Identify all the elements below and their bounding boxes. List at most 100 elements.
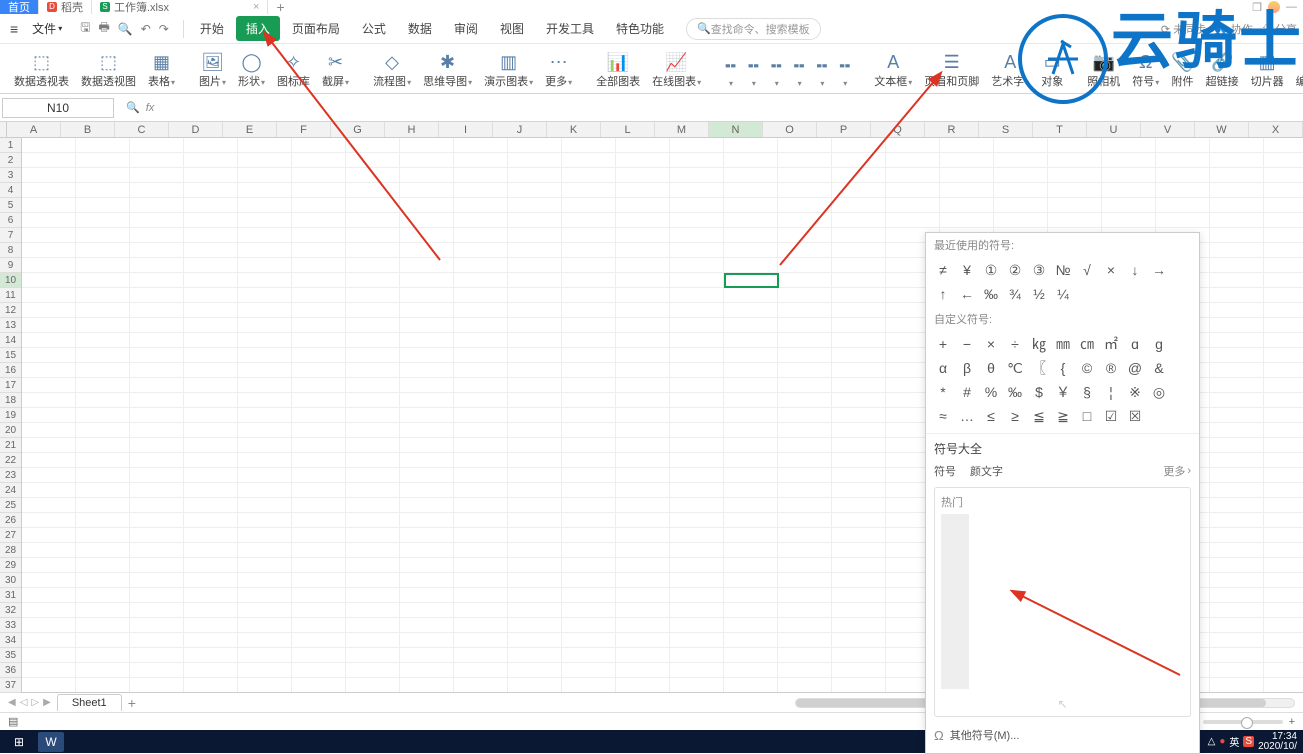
- sheet-last-icon[interactable]: ▶: [43, 697, 51, 708]
- symbol-item[interactable]: ¼: [1052, 283, 1074, 305]
- symbol-item[interactable]: ≦: [1028, 405, 1050, 427]
- row-header-19[interactable]: 19: [0, 408, 21, 423]
- row-header-23[interactable]: 23: [0, 468, 21, 483]
- col-header-Q[interactable]: Q: [871, 122, 925, 137]
- col-header-T[interactable]: T: [1033, 122, 1087, 137]
- ribbon-表格[interactable]: ▦表格: [144, 49, 179, 91]
- symbol-item[interactable]: ￥: [1052, 381, 1074, 403]
- row-header-12[interactable]: 12: [0, 303, 21, 318]
- row-header-31[interactable]: 31: [0, 588, 21, 603]
- ribbon-数据透视图[interactable]: ⬚数据透视图: [77, 49, 140, 91]
- symbol-item[interactable]: @: [1124, 357, 1146, 379]
- undo-icon[interactable]: ↶: [141, 22, 151, 36]
- col-header-E[interactable]: E: [223, 122, 277, 137]
- ribbon-全部图表[interactable]: 📊全部图表: [592, 49, 644, 91]
- select-all-corner[interactable]: [0, 122, 7, 137]
- symbol-item[interactable]: ≠: [932, 259, 954, 281]
- ribbon-形状[interactable]: ◯形状: [234, 49, 269, 91]
- coop-button[interactable]: 👥 协作: [1214, 21, 1253, 37]
- symbol-item[interactable]: ÷: [1004, 333, 1026, 355]
- tray-record-icon[interactable]: ●: [1219, 736, 1225, 747]
- symbol-item[interactable]: {: [1052, 357, 1074, 379]
- ribbon-item-17[interactable]: ╍: [813, 53, 832, 91]
- symbol-item[interactable]: #: [956, 381, 978, 403]
- row-header-32[interactable]: 32: [0, 603, 21, 618]
- row-header-37[interactable]: 37: [0, 678, 21, 693]
- symbol-item[interactable]: 〖: [1028, 357, 1050, 379]
- row-header-8[interactable]: 8: [0, 243, 21, 258]
- symbol-item[interactable]: ←: [956, 283, 978, 305]
- row-header-15[interactable]: 15: [0, 348, 21, 363]
- col-header-X[interactable]: X: [1249, 122, 1303, 137]
- symbol-item[interactable]: ℃: [1004, 357, 1026, 379]
- menu-tab-6[interactable]: 视图: [490, 16, 534, 41]
- menu-tab-7[interactable]: 开发工具: [536, 16, 604, 41]
- symbol-item[interactable]: ≥: [1004, 405, 1026, 427]
- ribbon-item-13[interactable]: ╍: [721, 53, 740, 91]
- ribbon-item-15[interactable]: ╍: [767, 53, 786, 91]
- ribbon-附件[interactable]: 📎附件: [1167, 49, 1197, 91]
- symbol-item[interactable]: …: [956, 405, 978, 427]
- command-search[interactable]: 🔍 查找命令、搜索模板: [686, 18, 821, 40]
- col-header-H[interactable]: H: [385, 122, 439, 137]
- tab-docer[interactable]: D 稻壳: [39, 0, 92, 14]
- ribbon-文本框[interactable]: A文本框: [870, 49, 916, 91]
- row-header-5[interactable]: 5: [0, 198, 21, 213]
- col-header-R[interactable]: R: [925, 122, 979, 137]
- row-header-3[interactable]: 3: [0, 168, 21, 183]
- row-header-20[interactable]: 20: [0, 423, 21, 438]
- tab-emoji[interactable]: 颜文字: [970, 463, 1003, 479]
- status-menu-icon[interactable]: ▤: [8, 715, 18, 728]
- symbol-item[interactable]: √: [1076, 259, 1098, 281]
- row-header-2[interactable]: 2: [0, 153, 21, 168]
- row-header-24[interactable]: 24: [0, 483, 21, 498]
- col-header-I[interactable]: I: [439, 122, 493, 137]
- name-box[interactable]: N10: [2, 98, 114, 118]
- symbol-item[interactable]: ¥: [956, 259, 978, 281]
- share-button[interactable]: ⇧ 分享: [1261, 21, 1297, 37]
- row-header-10[interactable]: 10: [0, 273, 21, 288]
- col-header-P[interactable]: P: [817, 122, 871, 137]
- symbol-item[interactable]: ×: [1100, 259, 1122, 281]
- start-button[interactable]: ⊞: [6, 732, 32, 752]
- window-minimize-icon[interactable]: —: [1286, 1, 1297, 14]
- symbol-item[interactable]: ½: [1028, 283, 1050, 305]
- symbol-item[interactable]: ☑: [1100, 405, 1122, 427]
- ribbon-截屏[interactable]: ✂截屏: [318, 49, 353, 91]
- symbol-item[interactable]: %: [980, 381, 1002, 403]
- ribbon-item-18[interactable]: ╍: [835, 53, 854, 91]
- symbol-item[interactable]: ②: [1004, 259, 1026, 281]
- col-header-D[interactable]: D: [169, 122, 223, 137]
- symbol-item[interactable]: *: [932, 381, 954, 403]
- row-header-9[interactable]: 9: [0, 258, 21, 273]
- row-header-26[interactable]: 26: [0, 513, 21, 528]
- symbol-item[interactable]: ≧: [1052, 405, 1074, 427]
- symbol-item[interactable]: ㎝: [1076, 333, 1098, 355]
- ribbon-页眉和页脚[interactable]: ☰页眉和页脚: [920, 49, 983, 91]
- taskbar-wps[interactable]: W: [38, 732, 64, 752]
- symbol-item[interactable]: β: [956, 357, 978, 379]
- symbol-item[interactable]: ↑: [932, 283, 954, 305]
- row-header-7[interactable]: 7: [0, 228, 21, 243]
- symbol-item[interactable]: ◎: [1148, 381, 1170, 403]
- window-tabs-icon[interactable]: ❐: [1252, 1, 1262, 14]
- symbol-item[interactable]: →: [1148, 259, 1170, 281]
- row-header-25[interactable]: 25: [0, 498, 21, 513]
- menu-tab-2[interactable]: 页面布局: [282, 16, 350, 41]
- tray-sogou-icon[interactable]: S: [1243, 736, 1254, 747]
- symbol-item[interactable]: ɑ: [1124, 333, 1146, 355]
- col-header-O[interactable]: O: [763, 122, 817, 137]
- col-header-L[interactable]: L: [601, 122, 655, 137]
- ribbon-艺术字[interactable]: A艺术字: [987, 49, 1033, 91]
- symbol-item[interactable]: ×: [980, 333, 1002, 355]
- sheet-first-icon[interactable]: ◀: [8, 697, 16, 708]
- menu-tab-8[interactable]: 特色功能: [606, 16, 674, 41]
- row-header-16[interactable]: 16: [0, 363, 21, 378]
- symbol-item[interactable]: ®: [1100, 357, 1122, 379]
- menu-tab-5[interactable]: 审阅: [444, 16, 488, 41]
- row-header-4[interactable]: 4: [0, 183, 21, 198]
- ribbon-图片[interactable]: 🖼图片: [195, 49, 230, 91]
- row-header-30[interactable]: 30: [0, 573, 21, 588]
- col-header-A[interactable]: A: [7, 122, 61, 137]
- sheet-prev-icon[interactable]: ◁: [20, 697, 28, 708]
